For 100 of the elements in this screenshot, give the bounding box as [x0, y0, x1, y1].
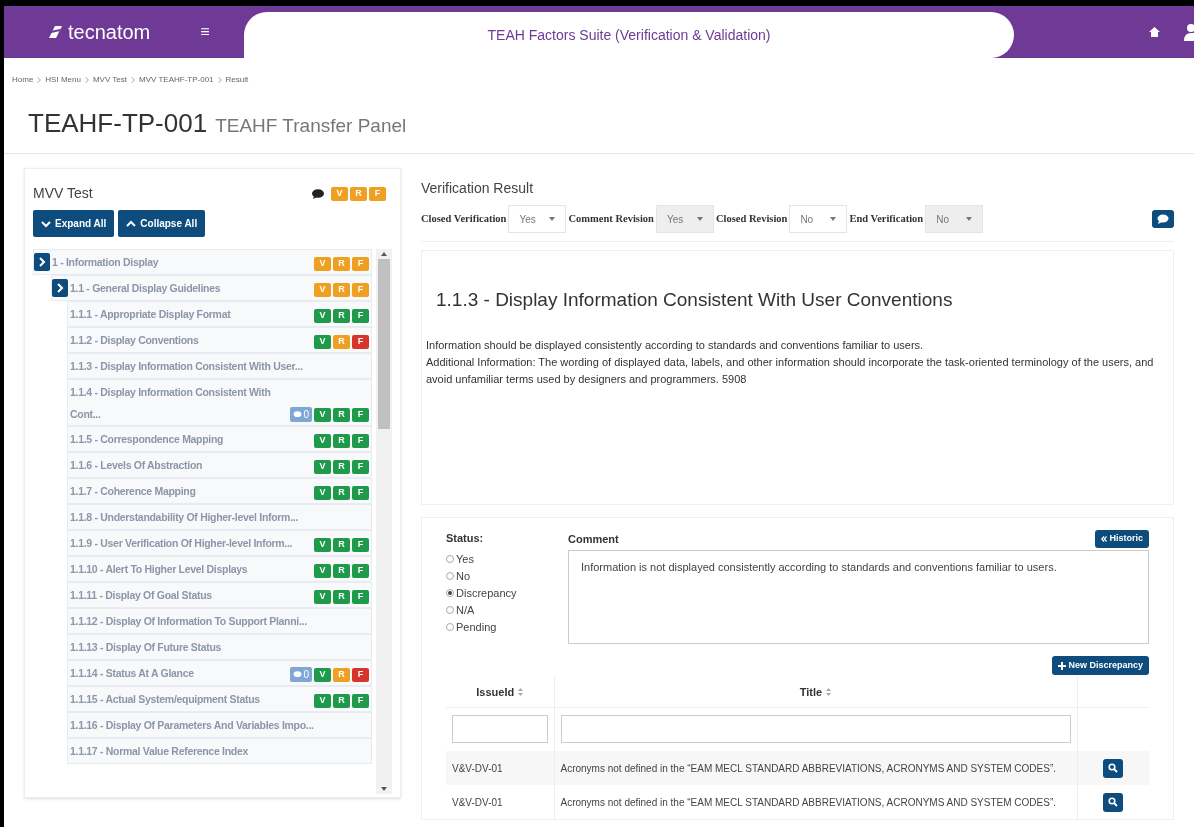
breadcrumb-link[interactable]: Home: [12, 74, 34, 86]
status-badge: F: [352, 460, 370, 474]
description-text: Additional Information: The wording of displayed data, labels, and other information should incorporate the task-oriented terminology of the users, and avoid unfamiliar terms used by designers and programmers. 5908: [426, 354, 1155, 387]
status-badge: F: [352, 283, 370, 297]
tree-item[interactable]: 1 - Information Display V R F: [33, 249, 373, 275]
logo-icon: [46, 23, 64, 41]
tree-item[interactable]: 1.1.12 - Display Of Information To Support Planni...: [67, 608, 373, 634]
breadcrumb-link[interactable]: HSI Menu: [45, 74, 81, 86]
dropdown: Yes: [655, 205, 714, 233]
tree-item[interactable]: 1.1.7 - Coherence Mapping V R F: [67, 478, 373, 504]
radio-label: Pending: [456, 619, 497, 635]
caret-icon: [549, 217, 556, 221]
scrollbar-thumb[interactable]: [378, 259, 390, 429]
tree-item[interactable]: 1.1.10 - Alert To Higher Level Displays V R F: [67, 556, 373, 582]
tree-item[interactable]: 1.1 - General Display Guidelines V R F: [51, 275, 373, 301]
scroll-up-icon[interactable]: [381, 252, 387, 256]
caret-icon: [830, 217, 837, 221]
status-badge: R: [333, 668, 351, 682]
filter-field[interactable]: [452, 715, 548, 744]
speech-bubble-icon: [1157, 214, 1169, 224]
status-badge: R: [333, 408, 351, 422]
status-badge: F: [352, 564, 370, 578]
radio-label: N/A: [456, 602, 475, 618]
page-title: TEAHF-TP-001: [28, 107, 208, 140]
tree-item[interactable]: 1.1.13 - Display Of Future Status: [67, 634, 373, 660]
tree-item[interactable]: 1.1.15 - Actual System/equipment Status V R F: [67, 686, 373, 712]
breadcrumb-link[interactable]: MVV TEAHF-TP-001: [139, 74, 214, 86]
tree-item[interactable]: 1.1.16 - Display Of Parameters And Variables Impo...: [67, 712, 373, 738]
status-badge: V: [314, 668, 332, 682]
status-badge: R: [333, 283, 351, 297]
requirement-heading: 1.1.3 - Display Information Consistent With User Conventions: [436, 288, 954, 312]
status-badge: R: [333, 257, 351, 271]
search-icon: [1108, 797, 1119, 807]
chevron-right-icon: [38, 257, 46, 267]
tree-item[interactable]: 1.1.5 - Correspondence Mapping V R F: [67, 426, 373, 452]
status-badge: F: [352, 668, 370, 682]
breadcrumb-link[interactable]: Result: [225, 74, 249, 86]
comment-count-badge: 0: [290, 667, 313, 682]
field-label: Closed Verification: [421, 212, 507, 227]
menu-button[interactable]: ≡: [200, 20, 210, 44]
comment-icon[interactable]: [312, 188, 324, 199]
user-icon[interactable]: [1184, 23, 1194, 41]
new-discrepancy-button[interactable]: New Discrepancy: [1052, 656, 1149, 675]
tree-item[interactable]: 1.1.9 - User Verification Of Higher-level Inform... V R F: [67, 530, 373, 556]
tree-item[interactable]: 1.1.11 - Display Of Goal Status V R F: [67, 582, 373, 608]
logo[interactable]: tecnatom: [68, 17, 151, 47]
dropdown: No: [925, 205, 984, 233]
comment-label: Comment: [568, 531, 619, 547]
status-badge: R: [333, 564, 351, 578]
tree-item[interactable]: 1.1.4 - Display Information Consistent With Cont... 0 V R F: [67, 379, 373, 426]
chevron-up-icon: [126, 219, 137, 228]
page-subtitle: TEAHF Transfer Panel: [215, 114, 407, 138]
tree-item[interactable]: 1.1.8 - Understandability Of Higher-level Inform...: [67, 504, 373, 530]
column-header[interactable]: IssueId: [446, 677, 554, 707]
filter-field[interactable]: [560, 715, 1071, 744]
table-cell: Acronyms not defined in the “EAM MECL STANDARD ABBREVIATIONS, ACRONYMS AND SYSTEM CODES”.: [554, 751, 1077, 785]
status-badge: V: [314, 434, 332, 448]
tree-item[interactable]: 1.1.3 - Display Information Consistent With User...: [67, 353, 373, 379]
tree-item[interactable]: 1.1.17 - Normal Value Reference Index: [67, 738, 373, 764]
status-badge: V: [314, 408, 332, 422]
scroll-down-icon[interactable]: [381, 787, 387, 791]
status-label: Status:: [446, 531, 485, 546]
comment-field[interactable]: Information is not displayed consistently according to standards and conventions familiar to users.: [568, 550, 1149, 644]
radio-label: Yes: [456, 551, 474, 567]
scrollbar[interactable]: [376, 249, 392, 794]
status-badge: F: [352, 309, 370, 323]
collapse-all-button[interactable]: Collapse All: [118, 210, 206, 237]
status-badge: F: [352, 538, 370, 552]
tree-item[interactable]: 1.1.2 - Display Conventions V R F: [67, 327, 373, 353]
tree-item[interactable]: 1.1.6 - Levels Of Abstraction V R F: [67, 452, 373, 478]
historic-button[interactable]: Historic: [1095, 530, 1149, 548]
chevron-right-icon: [56, 283, 64, 293]
expand-button[interactable]: [52, 279, 68, 297]
home-icon[interactable]: [1149, 27, 1160, 37]
status-badge: V: [314, 257, 332, 271]
expand-all-button[interactable]: Expand All: [33, 210, 115, 237]
status-badge: F: [369, 186, 386, 201]
radio-button[interactable]: [446, 589, 454, 597]
chevron-right-icon: [131, 77, 135, 83]
expand-button[interactable]: [34, 253, 50, 271]
status-badge: R: [333, 590, 351, 604]
column-header[interactable]: Title: [554, 677, 1077, 707]
comment-button[interactable]: [1152, 210, 1174, 228]
search-button[interactable]: [1103, 758, 1124, 778]
tree-item[interactable]: 1.1.1 - Appropriate Display Format V R F: [67, 301, 373, 327]
status-badge: R: [350, 186, 367, 201]
plus-icon: [1058, 661, 1067, 670]
status-badge: F: [352, 335, 370, 349]
app-title: TEAH Factors Suite (Verification & Validation): [487, 25, 771, 45]
search-button[interactable]: [1103, 792, 1124, 812]
dropdown[interactable]: No: [789, 205, 848, 233]
table-cell: V&V-DV-01: [446, 751, 554, 785]
status-badge: F: [352, 257, 370, 271]
dropdown[interactable]: Yes: [508, 205, 567, 233]
status-badge: F: [352, 694, 370, 708]
breadcrumb-link[interactable]: MVV Test: [92, 74, 127, 86]
radio-label: Discrepancy: [456, 585, 517, 601]
status-badge: F: [352, 434, 370, 448]
table-cell: Acronyms not defined in the “EAM MECL STANDARD ABBREVIATIONS, ACRONYMS AND SYSTEM CODES”.: [554, 785, 1077, 819]
tree-item[interactable]: 1.1.14 - Status At A Glance 0 V R F: [67, 660, 373, 686]
